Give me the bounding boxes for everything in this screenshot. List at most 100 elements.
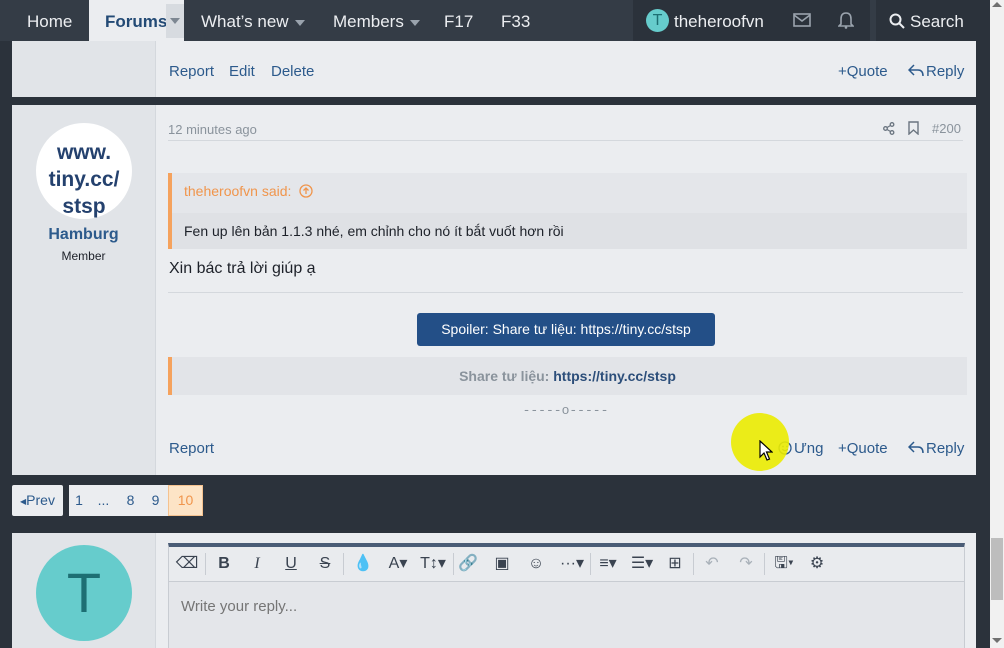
- post-number[interactable]: #200: [932, 121, 961, 136]
- report-link[interactable]: Report: [169, 440, 214, 457]
- report-link[interactable]: Report: [169, 63, 214, 80]
- reply-avatar[interactable]: T: [36, 545, 132, 641]
- chevron-down-icon: [409, 19, 420, 26]
- author-role: Member: [61, 249, 106, 263]
- plus-icon: +: [838, 440, 847, 457]
- reply-icon: [907, 64, 924, 77]
- user-avatar[interactable]: T: [646, 9, 669, 32]
- quote-author: theheroofvn said:: [184, 183, 292, 199]
- post-200: www. tiny.cc/ stsp Hamburg Member 12 min…: [12, 105, 976, 475]
- italic-icon[interactable]: I: [244, 552, 270, 576]
- scroll-down-arrow-icon[interactable]: [992, 638, 1002, 643]
- align-icon[interactable]: ≡▾: [593, 552, 623, 576]
- search-button[interactable]: Search: [876, 0, 990, 41]
- spoiler-button[interactable]: Spoiler: Share tư liệu: https://tiny.cc/…: [417, 313, 715, 346]
- underline-icon[interactable]: U: [278, 552, 304, 576]
- divider: [168, 292, 963, 293]
- toolbar-separator: [764, 553, 765, 575]
- reply-label: Reply: [926, 63, 965, 80]
- mouse-pointer-icon: [759, 440, 773, 461]
- quote-button[interactable]: +Quote: [838, 63, 888, 80]
- mail-icon[interactable]: [793, 13, 811, 27]
- pagination-page[interactable]: 8: [118, 485, 143, 516]
- reply-button[interactable]: Reply: [907, 440, 965, 457]
- strikethrough-icon[interactable]: S: [312, 552, 338, 576]
- post-time[interactable]: 12 minutes ago: [168, 122, 257, 137]
- pagination-current-page[interactable]: 10: [168, 485, 203, 516]
- table-icon[interactable]: ⊞: [662, 552, 688, 576]
- nav-f33[interactable]: F33: [501, 0, 530, 41]
- post-body: Xin bác trả lời giúp ạ: [169, 260, 316, 277]
- author-name[interactable]: Hamburg: [12, 226, 155, 244]
- toolbar-separator: [693, 553, 694, 575]
- drafts-icon[interactable]: 🖫▾: [769, 552, 799, 576]
- toolbar-separator: [590, 553, 591, 575]
- redo-icon[interactable]: ↷: [733, 552, 759, 576]
- share-label: Share tư liệu:: [459, 368, 550, 384]
- quote-label: Quote: [846, 63, 888, 80]
- previous-post: Report Edit Delete +Quote Reply: [12, 41, 976, 97]
- editor-toolbar: ⌫ B I U S 💧 A▾ T↕▾ 🔗 ▣ ☺ ···▾ ≡▾ ☰▾ ⊞ ↶ …: [169, 547, 964, 582]
- previous-post-user-cell: [12, 41, 156, 97]
- nav-whats-new-label: What’s new: [201, 12, 289, 31]
- search-icon: [889, 13, 905, 29]
- pagination-prev[interactable]: ◀Prev: [12, 485, 63, 516]
- nav-home[interactable]: Home: [27, 0, 72, 41]
- edit-link[interactable]: Edit: [229, 63, 255, 80]
- smiley-icon[interactable]: ☺: [523, 552, 549, 576]
- post-divider-text: -----o-----: [522, 403, 609, 418]
- delete-link[interactable]: Delete: [271, 63, 314, 80]
- reply-label: Reply: [926, 440, 965, 457]
- reply-editor: ⌫ B I U S 💧 A▾ T↕▾ 🔗 ▣ ☺ ···▾ ≡▾ ☰▾ ⊞ ↶ …: [168, 543, 965, 648]
- quote-block: theheroofvn said: Fen up lên bản 1.1.3 n…: [168, 173, 967, 249]
- list-icon[interactable]: ☰▾: [627, 552, 657, 576]
- chevron-down-icon: [294, 19, 305, 26]
- nav-whats-new[interactable]: What’s new: [201, 0, 305, 41]
- pagination-page[interactable]: 1: [69, 485, 89, 516]
- scrollbar-thumb[interactable]: [991, 538, 1003, 600]
- quote-button[interactable]: +Quote: [838, 440, 888, 457]
- toolbar-separator: [453, 553, 454, 575]
- reply-icon: [907, 441, 924, 454]
- nav-members-label: Members: [333, 12, 404, 31]
- avatar-text-line: www.: [56, 141, 112, 164]
- image-icon[interactable]: ▣: [489, 552, 515, 576]
- reply-input[interactable]: [169, 582, 964, 630]
- pagination-ellipsis[interactable]: ...: [89, 485, 118, 516]
- avatar-text-line: tiny.cc/: [48, 168, 120, 191]
- author-avatar[interactable]: www. tiny.cc/ stsp: [36, 123, 132, 219]
- more-options-icon[interactable]: ···▾: [557, 552, 587, 576]
- nav-f17[interactable]: F17: [444, 0, 473, 41]
- chevron-down-icon: [170, 18, 180, 24]
- font-family-icon[interactable]: A▾: [383, 552, 413, 576]
- font-size-icon[interactable]: T↕▾: [417, 552, 449, 576]
- eraser-icon[interactable]: ⌫: [174, 552, 200, 576]
- share-link[interactable]: https://tiny.cc/stsp: [553, 368, 676, 384]
- react-label: Ưng: [794, 440, 824, 457]
- quick-reply: T ⌫ B I U S 💧 A▾ T↕▾ 🔗 ▣ ☺ ···▾ ≡▾ ☰▾ ⊞ …: [12, 533, 976, 648]
- color-drop-icon[interactable]: 💧: [350, 552, 376, 576]
- toolbar-separator: [205, 553, 206, 575]
- nav-members[interactable]: Members: [333, 0, 420, 41]
- nav-forums-label: Forums: [105, 12, 168, 31]
- nav-forums-dropdown[interactable]: [166, 4, 184, 38]
- pagination-page[interactable]: 9: [143, 485, 168, 516]
- username[interactable]: theheroofvn: [674, 0, 764, 43]
- quote-label: Quote: [846, 440, 888, 457]
- bold-icon[interactable]: B: [211, 552, 237, 576]
- bell-icon[interactable]: [838, 11, 854, 29]
- reply-button[interactable]: Reply: [907, 63, 965, 80]
- toolbar-separator: [343, 553, 344, 575]
- scroll-up-arrow-icon[interactable]: [992, 2, 1002, 7]
- share-icon[interactable]: [883, 122, 895, 135]
- quote-header[interactable]: theheroofvn said:: [184, 183, 313, 199]
- link-icon[interactable]: 🔗: [455, 552, 481, 576]
- gear-icon[interactable]: ⚙: [804, 552, 830, 576]
- undo-icon[interactable]: ↶: [699, 552, 725, 576]
- bookmark-icon[interactable]: [908, 121, 919, 135]
- quote-text: Fen up lên bản 1.1.3 nhé, em chỉnh cho n…: [184, 223, 564, 239]
- divider: [168, 140, 963, 141]
- search-label: Search: [910, 12, 964, 31]
- avatar-text-line: stsp: [62, 195, 106, 218]
- arrow-up-circle-icon: [299, 184, 313, 198]
